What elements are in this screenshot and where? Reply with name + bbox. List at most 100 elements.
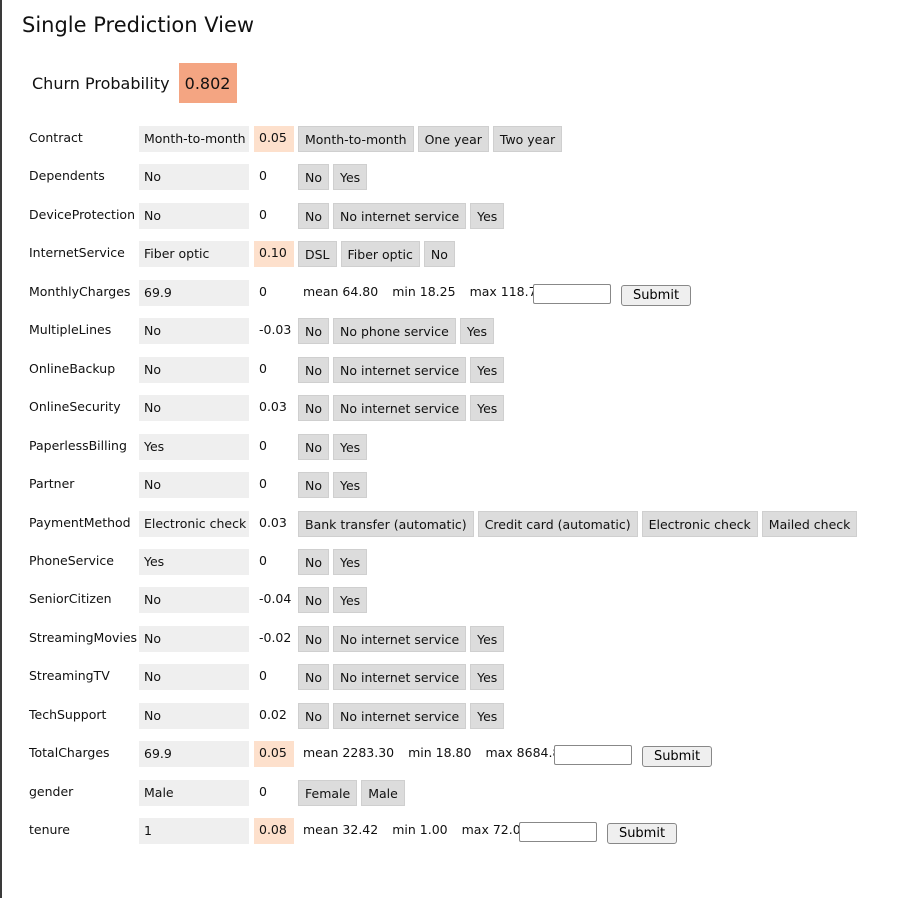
feature-impact: 0 bbox=[259, 783, 267, 799]
feature-value: No bbox=[139, 587, 249, 614]
feature-name: OnlineSecurity bbox=[29, 399, 121, 415]
option-button[interactable]: No bbox=[298, 548, 329, 575]
option-button[interactable]: No internet service bbox=[333, 202, 467, 229]
option-buttons: No Yes bbox=[298, 548, 368, 575]
feature-name: PaymentMethod bbox=[29, 514, 131, 530]
value-input[interactable] bbox=[519, 822, 597, 843]
option-button[interactable]: Month-to-month bbox=[298, 126, 414, 152]
option-button[interactable]: Two year bbox=[492, 126, 563, 152]
option-button[interactable]: Yes bbox=[470, 395, 505, 422]
feature-row-Contract: Contract Month-to-month 0.05 Month-to-month… bbox=[0, 126, 923, 152]
option-buttons: No No internet service Yes bbox=[298, 702, 505, 729]
option-buttons: No Yes bbox=[298, 472, 368, 499]
option-buttons: DSL Fiber optic No bbox=[298, 241, 455, 268]
option-button[interactable]: No internet service bbox=[333, 702, 467, 729]
feature-name: StreamingMovies bbox=[29, 629, 138, 645]
option-button[interactable]: Yes bbox=[333, 433, 368, 460]
option-button[interactable]: No bbox=[298, 395, 329, 422]
option-buttons: No Yes bbox=[298, 164, 368, 191]
option-button[interactable]: Yes bbox=[470, 702, 505, 729]
option-button[interactable]: Electronic check bbox=[641, 510, 758, 537]
feature-name: InternetService bbox=[29, 245, 125, 261]
feature-row-MultipleLines: MultipleLines No -0.03 No No phone service Ye… bbox=[0, 318, 923, 345]
feature-impact: -0.02 bbox=[259, 629, 292, 645]
option-buttons: No Yes bbox=[298, 587, 368, 614]
option-button[interactable]: One year bbox=[417, 126, 489, 152]
option-button[interactable]: No bbox=[298, 164, 329, 191]
option-button[interactable]: Female bbox=[298, 779, 358, 806]
feature-impact: 0.03 bbox=[259, 514, 287, 530]
feature-row-PaperlessBilling: PaperlessBilling Yes 0 No Yes bbox=[0, 433, 923, 460]
feature-impact: 0.05 bbox=[254, 741, 294, 768]
option-button[interactable]: No bbox=[298, 202, 329, 229]
feature-value: Month-to-month bbox=[139, 126, 249, 152]
option-button[interactable]: Yes bbox=[333, 164, 368, 191]
stat-mean: mean 2283.30 bbox=[303, 745, 395, 761]
feature-name: TechSupport bbox=[29, 706, 107, 722]
option-button[interactable]: Yes bbox=[333, 472, 368, 499]
feature-value: No bbox=[139, 356, 249, 383]
option-button[interactable]: Yes bbox=[333, 548, 368, 575]
feature-value: 1 bbox=[139, 818, 249, 845]
feature-name: DeviceProtection bbox=[29, 206, 135, 222]
feature-value: No bbox=[139, 202, 249, 229]
feature-name: OnlineBackup bbox=[29, 360, 116, 376]
option-button[interactable]: No bbox=[298, 625, 329, 652]
submit-button[interactable]: Submit bbox=[607, 823, 677, 845]
feature-name: SeniorCitizen bbox=[29, 591, 112, 607]
option-button[interactable]: Fiber optic bbox=[340, 241, 420, 268]
option-button[interactable]: No internet service bbox=[333, 664, 467, 691]
feature-row-MonthlyCharges: MonthlyCharges 69.9 0 mean 64.80 min 18.25 ma… bbox=[0, 279, 923, 306]
submit-button[interactable]: Submit bbox=[642, 746, 712, 768]
option-button[interactable]: Yes bbox=[470, 625, 505, 652]
value-input[interactable] bbox=[533, 283, 611, 304]
option-button[interactable]: No internet service bbox=[333, 625, 467, 652]
feature-name: StreamingTV bbox=[29, 668, 110, 684]
option-button[interactable]: No bbox=[298, 356, 329, 383]
option-button[interactable]: Bank transfer (automatic) bbox=[298, 510, 474, 537]
option-buttons: No No internet service Yes bbox=[298, 356, 505, 383]
feature-impact: 0 bbox=[259, 168, 267, 184]
feature-name: PhoneService bbox=[29, 552, 114, 568]
feature-value: Yes bbox=[139, 548, 249, 575]
option-button[interactable]: Yes bbox=[459, 318, 495, 345]
feature-row-Dependents: Dependents No 0 No Yes bbox=[0, 164, 923, 191]
option-button[interactable]: No phone service bbox=[333, 318, 456, 345]
feature-row-TechSupport: TechSupport No 0.02 No No internet service Ye… bbox=[0, 702, 923, 729]
feature-value: No bbox=[139, 318, 249, 345]
option-button[interactable]: Mailed check bbox=[761, 510, 858, 537]
option-button[interactable]: Male bbox=[361, 779, 405, 806]
submit-button[interactable]: Submit bbox=[621, 284, 691, 306]
option-buttons: Month-to-month One year Two year bbox=[298, 126, 563, 152]
feature-row-TotalCharges: TotalCharges 69.9 0.05 mean 2283.30 min 18.8… bbox=[0, 741, 923, 768]
option-button[interactable]: Yes bbox=[470, 356, 505, 383]
feature-row-StreamingTV: StreamingTV No 0 No No internet service Yes bbox=[0, 664, 923, 691]
option-button[interactable]: No bbox=[298, 702, 329, 729]
feature-value: No bbox=[139, 164, 249, 191]
option-button[interactable]: Yes bbox=[333, 587, 368, 614]
option-button[interactable]: Yes bbox=[470, 664, 505, 691]
feature-value: 69.9 bbox=[139, 279, 249, 306]
option-button[interactable]: Yes bbox=[470, 202, 505, 229]
option-button[interactable]: No internet service bbox=[333, 395, 467, 422]
option-button[interactable]: No bbox=[298, 472, 329, 499]
option-button[interactable]: No internet service bbox=[333, 356, 467, 383]
option-button[interactable]: No bbox=[423, 241, 455, 268]
stat-mean: mean 32.42 bbox=[303, 822, 379, 838]
feature-impact: 0.10 bbox=[254, 241, 294, 268]
option-button[interactable]: Credit card (automatic) bbox=[477, 510, 638, 537]
option-button[interactable]: No bbox=[298, 433, 329, 460]
option-button[interactable]: No bbox=[298, 587, 329, 614]
value-input[interactable] bbox=[554, 745, 632, 766]
feature-row-InternetService: InternetService Fiber optic 0.10 DSL Fiber o… bbox=[0, 241, 923, 268]
feature-impact: -0.03 bbox=[259, 322, 292, 338]
option-button[interactable]: No bbox=[298, 318, 329, 345]
feature-name: Dependents bbox=[29, 168, 105, 184]
feature-value: 69.9 bbox=[139, 741, 249, 768]
feature-impact: 0 bbox=[259, 437, 267, 453]
option-button[interactable]: No bbox=[298, 664, 329, 691]
feature-row-PhoneService: PhoneService Yes 0 No Yes bbox=[0, 548, 923, 575]
feature-impact: 0.08 bbox=[254, 818, 294, 845]
option-button[interactable]: DSL bbox=[298, 241, 337, 268]
feature-impact: 0 bbox=[259, 668, 267, 684]
